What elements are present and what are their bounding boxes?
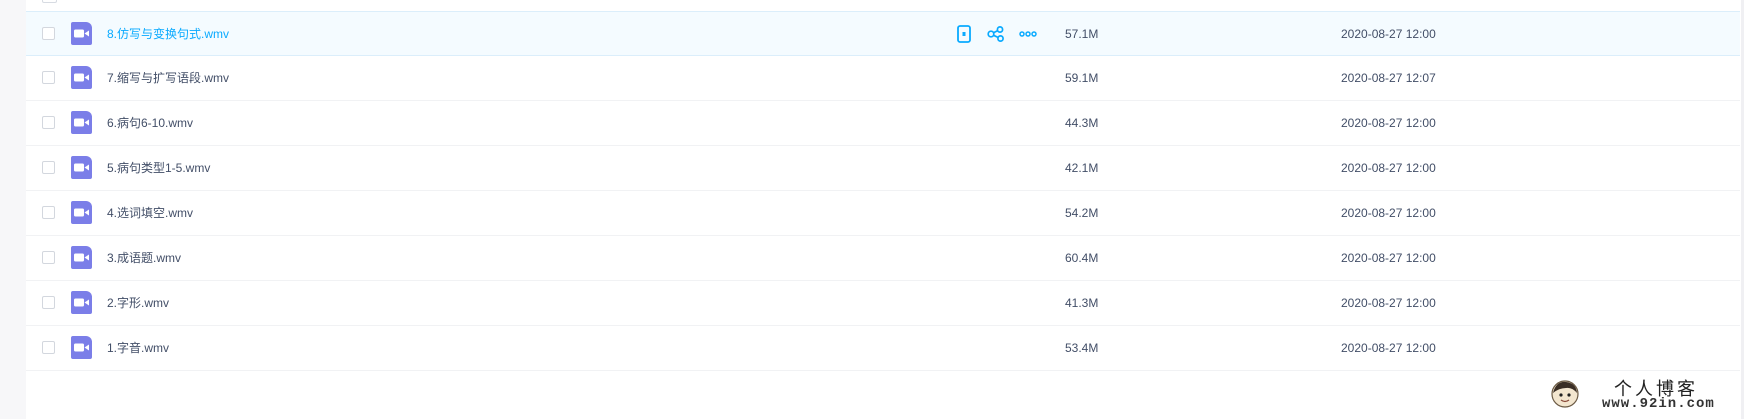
file-name[interactable]: 2.字形.wmv [107, 281, 169, 325]
row-checkbox[interactable] [42, 27, 55, 40]
file-name[interactable]: 7.缩写与扩写语段.wmv [107, 56, 229, 100]
file-size: 53.4M [1065, 341, 1099, 355]
row-actions [954, 25, 1037, 43]
file-row[interactable]: 5.病句类型1-5.wmv 42.1M 2020-08-27 12:00 [26, 146, 1740, 191]
video-file-icon [71, 111, 92, 134]
file-name[interactable]: 5.病句类型1-5.wmv [107, 146, 210, 190]
file-list-panel: 8.仿写与变换句式.wmv 57.1M 2020-08-27 12:00 7.缩 [26, 0, 1744, 419]
file-list: 8.仿写与变换句式.wmv 57.1M 2020-08-27 12:00 7.缩 [26, 11, 1740, 371]
file-row[interactable]: 7.缩写与扩写语段.wmv 59.1M 2020-08-27 12:07 [26, 56, 1740, 101]
video-file-icon [71, 246, 92, 269]
phone-icon[interactable] [954, 25, 973, 43]
file-size: 42.1M [1065, 161, 1099, 175]
watermark-url: www.92in.com [1602, 396, 1715, 412]
row-checkbox[interactable] [42, 161, 55, 174]
video-file-icon [71, 336, 92, 359]
file-size: 44.3M [1065, 116, 1099, 130]
file-size: 41.3M [1065, 296, 1099, 310]
watermark: 个人博客 www.92in.com [1550, 375, 1730, 415]
file-date: 2020-08-27 12:00 [1341, 206, 1436, 220]
file-size: 60.4M [1065, 251, 1099, 265]
file-date: 2020-08-27 12:00 [1341, 116, 1436, 130]
file-row[interactable]: 3.成语题.wmv 60.4M 2020-08-27 12:00 [26, 236, 1740, 281]
row-checkbox[interactable] [42, 206, 55, 219]
file-size: 54.2M [1065, 206, 1099, 220]
file-date: 2020-08-27 12:07 [1341, 71, 1436, 85]
file-name[interactable]: 1.字音.wmv [107, 326, 169, 370]
file-date: 2020-08-27 12:00 [1341, 296, 1436, 310]
file-date: 2020-08-27 12:00 [1341, 27, 1436, 41]
row-checkbox[interactable] [42, 296, 55, 309]
video-file-icon [71, 201, 92, 224]
row-checkbox[interactable] [42, 116, 55, 129]
more-icon[interactable] [1018, 25, 1037, 43]
video-file-icon [71, 22, 92, 45]
video-file-icon [71, 156, 92, 179]
file-date: 2020-08-27 12:00 [1341, 161, 1436, 175]
file-row[interactable]: 6.病句6-10.wmv 44.3M 2020-08-27 12:00 [26, 101, 1740, 146]
file-name[interactable]: 3.成语题.wmv [107, 236, 181, 280]
row-checkbox[interactable] [42, 251, 55, 264]
video-file-icon [71, 66, 92, 89]
previous-row-checkbox[interactable] [42, 0, 57, 3]
share-icon[interactable] [986, 25, 1005, 43]
file-size: 57.1M [1065, 27, 1099, 41]
video-file-icon [71, 291, 92, 314]
file-name[interactable]: 8.仿写与变换句式.wmv [107, 12, 229, 56]
file-row[interactable]: 2.字形.wmv 41.3M 2020-08-27 12:00 [26, 281, 1740, 326]
file-date: 2020-08-27 12:00 [1341, 251, 1436, 265]
file-row[interactable]: 1.字音.wmv 53.4M 2020-08-27 12:00 [26, 326, 1740, 371]
file-size: 59.1M [1065, 71, 1099, 85]
file-date: 2020-08-27 12:00 [1341, 341, 1436, 355]
file-row[interactable]: 8.仿写与变换句式.wmv 57.1M 2020-08-27 12:00 [26, 11, 1740, 56]
row-checkbox[interactable] [42, 71, 55, 84]
watermark-avatar-icon [1551, 380, 1579, 408]
file-name[interactable]: 6.病句6-10.wmv [107, 101, 193, 145]
file-row[interactable]: 4.选词填空.wmv 54.2M 2020-08-27 12:00 [26, 191, 1740, 236]
row-checkbox[interactable] [42, 341, 55, 354]
file-name[interactable]: 4.选词填空.wmv [107, 191, 193, 235]
